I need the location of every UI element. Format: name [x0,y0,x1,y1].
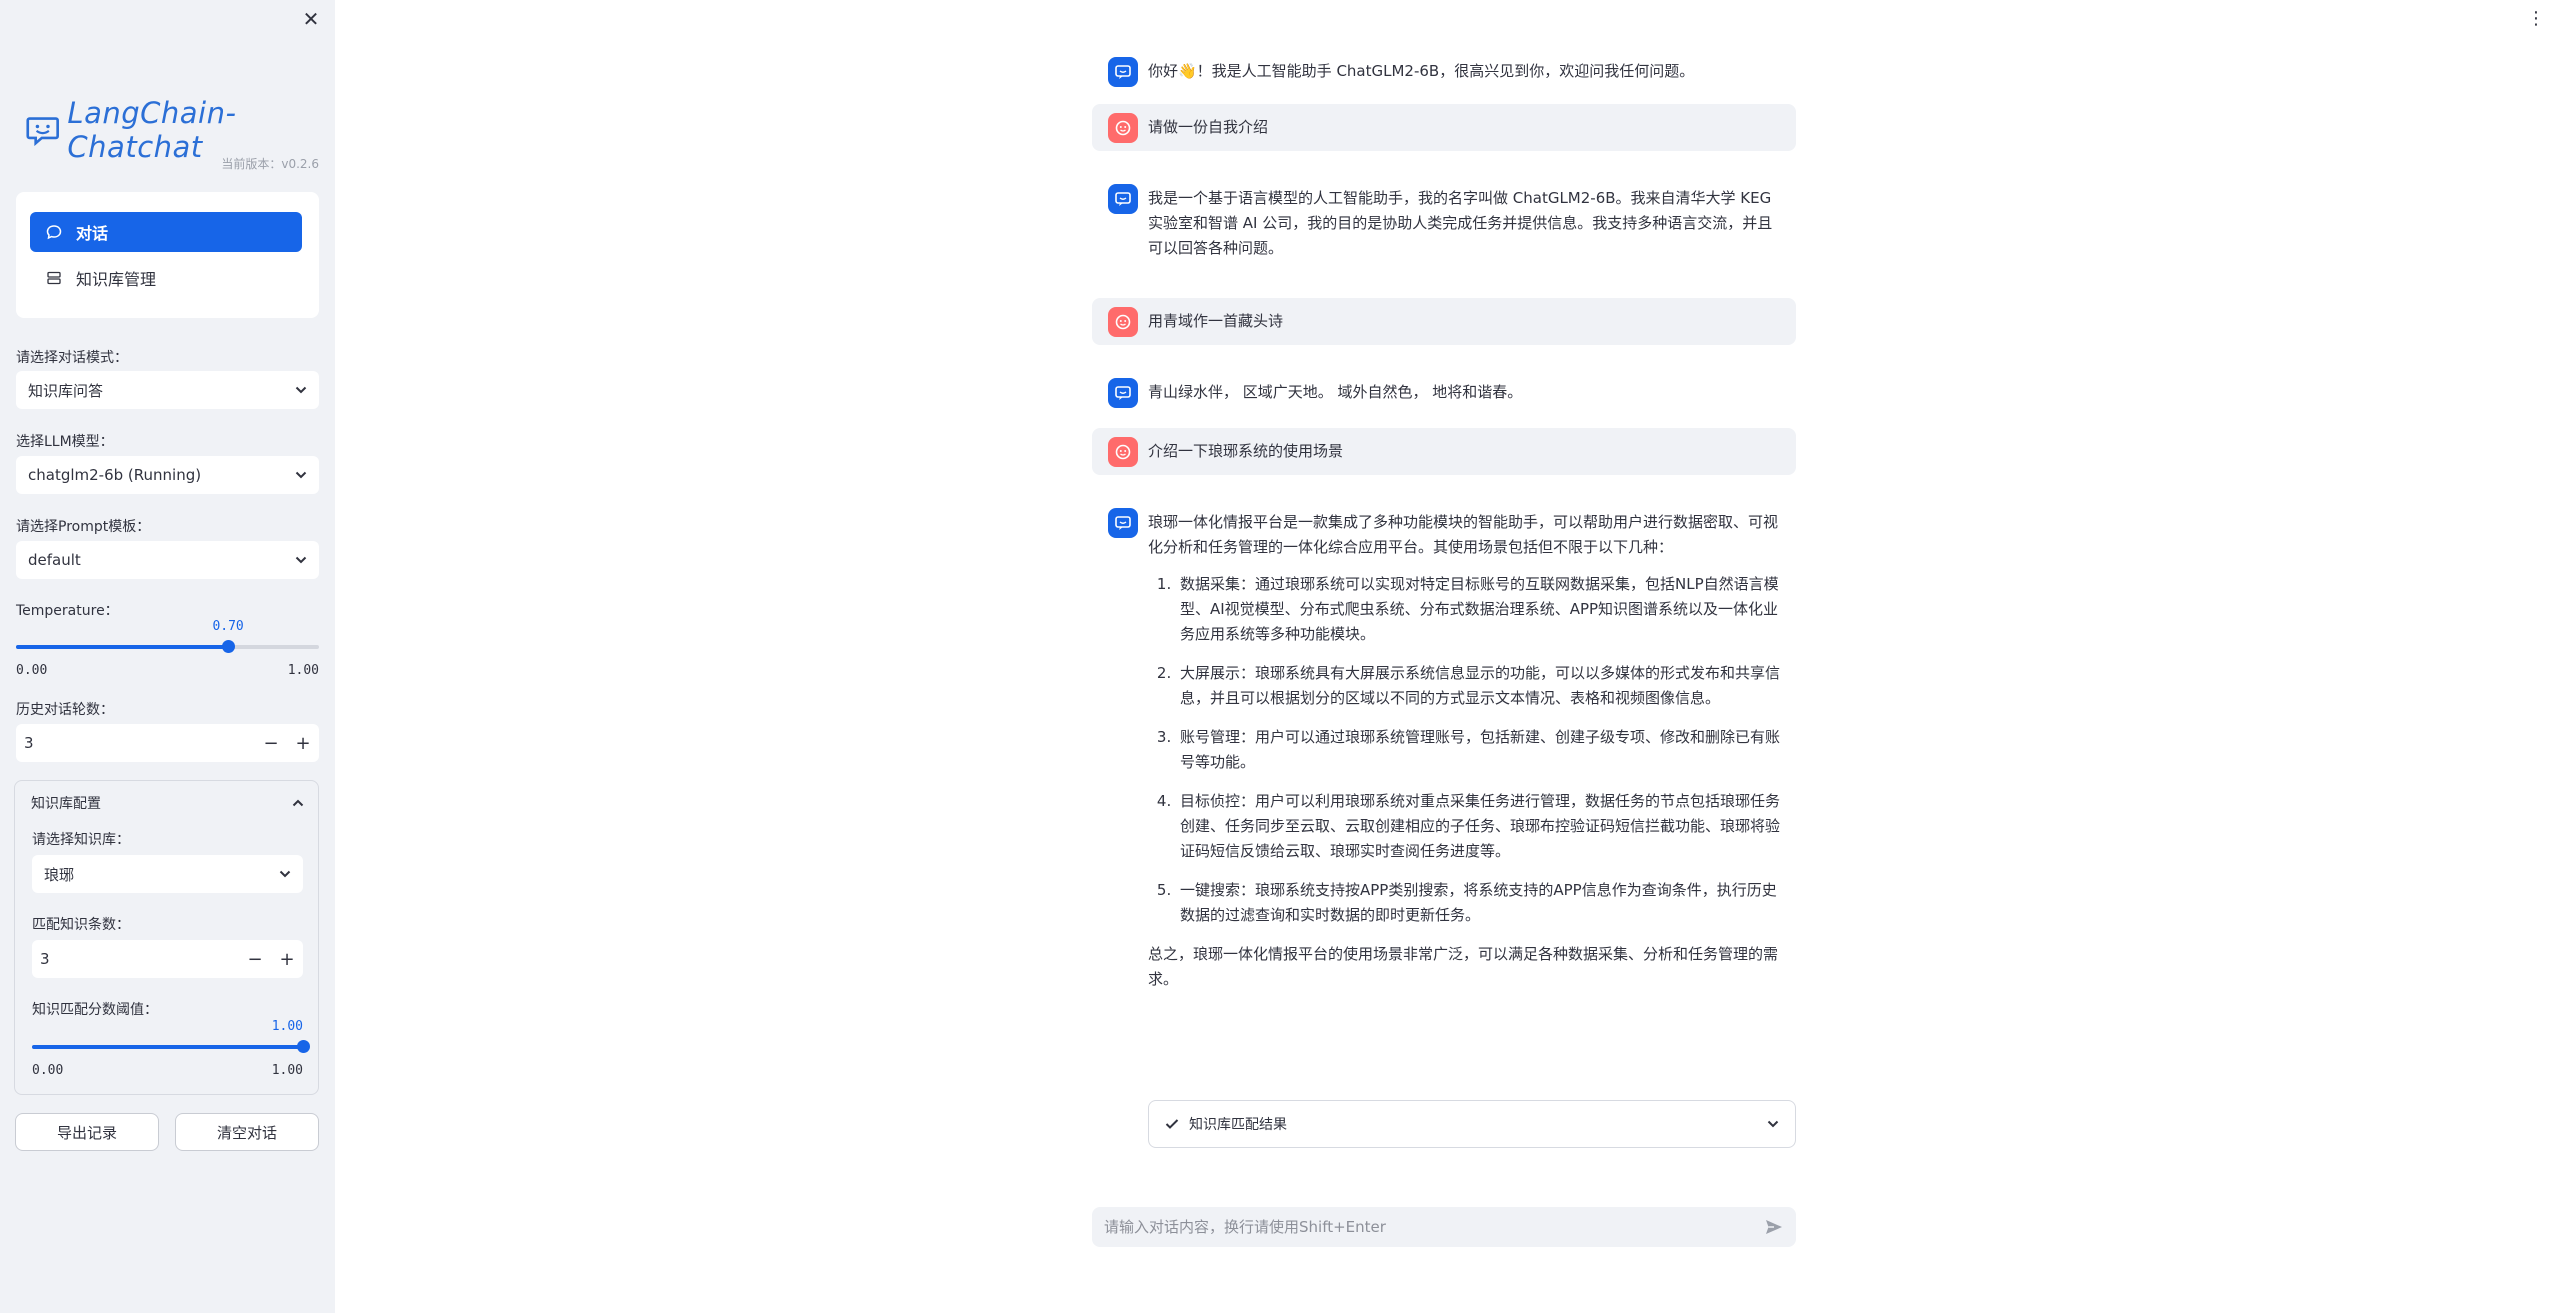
temperature-value: 0.70 [212,619,244,634]
prompt-template-select[interactable]: default [16,541,319,579]
export-record-button[interactable]: 导出记录 [15,1113,159,1151]
slider-fill [32,1045,303,1049]
chat-message-assistant: 琅琊一体化情报平台是一款集成了多种功能模块的智能助手，可以帮助用户进行数据密取、… [1092,499,1796,1003]
slider-max: 1.00 [271,1063,303,1078]
chevron-down-icon [295,556,307,564]
chevron-down-icon [295,386,307,394]
history-rounds-stepper: 3 − + [16,724,319,762]
match-count-stepper: 3 − + [32,940,303,978]
close-sidebar-icon[interactable]: ✕ [300,8,322,30]
decrement-button[interactable]: − [255,724,287,762]
chevron-down-icon [279,870,291,878]
list-item: 目标侦控：用户可以利用琅琊系统对重点采集任务进行管理，数据任务的节点包括琅琊任务… [1176,789,1780,864]
main-menu-icon[interactable]: ⋮ [2527,8,2545,30]
decrement-button[interactable]: − [239,940,271,978]
history-rounds-value[interactable]: 3 [16,734,255,752]
message-text: 琅琊一体化情报平台是一款集成了多种功能模块的智能助手，可以帮助用户进行数据密取、… [1148,499,1780,1003]
slider-min: 0.00 [32,1063,64,1078]
list-item: 数据采集：通过琅琊系统可以实现对特定目标账号的互联网数据采集，包括NLP自然语言… [1176,572,1780,647]
nav-item-kb-label: 知识库管理 [76,270,157,289]
kb-select-value: 琅琊 [44,865,75,884]
temperature-label: Temperature： [16,603,119,619]
chat-message-user: 介绍一下琅琊系统的使用场景 [1092,428,1796,475]
chat-message-assistant: 我是一个基于语言模型的人工智能助手，我的名字叫做 ChatGLM2-6B。我来自… [1092,175,1796,272]
chat-message-assistant: 青山绿水伴， 区域广天地。 域外自然色， 地将和谐春。 [1092,369,1796,416]
score-threshold-value: 1.00 [271,1019,303,1034]
message-text: 青山绿水伴， 区域广天地。 域外自然色， 地将和谐春。 [1148,383,1523,401]
message-text: 我是一个基于语言模型的人工智能助手，我的名字叫做 ChatGLM2-6B。我来自… [1148,189,1773,257]
user-avatar-icon [1108,113,1138,143]
assistant-avatar-icon [1108,184,1138,214]
message-text: 介绍一下琅琊系统的使用场景 [1148,442,1344,460]
nav-item-chat-label: 对话 [76,224,109,243]
score-threshold-label: 知识匹配分数阈值： [32,1002,158,1018]
list-item: 大屏展示：琅琊系统具有大屏展示系统信息显示的功能，可以以多媒体的形式发布和共享信… [1176,661,1780,711]
chevron-down-icon [1767,1120,1779,1128]
prompt-template-label: 请选择Prompt模板： [16,519,151,535]
match-count-value[interactable]: 3 [32,950,239,968]
temperature-slider[interactable]: 0.70 0.00 1.00 [16,619,319,679]
slider-thumb[interactable] [297,1040,310,1053]
slider-max: 1.00 [287,663,319,678]
chat-message-user: 请做一份自我介绍 [1092,104,1796,151]
message-text: 你好👋！我是人工智能助手 ChatGLM2-6B，很高兴见到你，欢迎问我任何问题… [1148,62,1695,80]
kb-config-header[interactable]: 知识库配置 [31,793,304,813]
score-threshold-slider[interactable]: 1.00 0.00 1.00 [32,1019,310,1079]
app-title: LangChain-Chatchat [67,96,237,164]
dialogue-mode-label: 请选择对话模式： [16,350,128,366]
prompt-template-value: default [28,551,81,569]
kb-select-label: 请选择知识库： [32,832,130,848]
database-icon [47,271,61,285]
nav-item-kb-management[interactable]: 知识库管理 [30,258,302,298]
chat-message-assistant: 你好👋！我是人工智能助手 ChatGLM2-6B，很高兴见到你，欢迎问我任何问题… [1092,48,1796,95]
user-avatar-icon [1108,437,1138,467]
chat-history: 你好👋！我是人工智能助手 ChatGLM2-6B，很高兴见到你，欢迎问我任何问题… [1092,48,1796,1003]
increment-button[interactable]: + [271,940,303,978]
logo-chat-icon [26,117,59,146]
answer-list: 数据采集：通过琅琊系统可以实现对特定目标账号的互联网数据采集，包括NLP自然语言… [1148,572,1780,928]
dialogue-mode-select[interactable]: 知识库问答 [16,371,319,409]
slider-fill [16,645,229,649]
chat-bubble-icon [46,225,62,240]
llm-model-label: 选择LLM模型： [16,434,114,450]
chevron-up-icon [292,799,304,807]
kb-match-results-expander[interactable]: 知识库匹配结果 [1148,1100,1796,1148]
slider-min: 0.00 [16,663,48,678]
list-item: 账号管理：用户可以通过琅琊系统管理账号，包括新建、创建子级专项、修改和删除已有账… [1176,725,1780,775]
nav-menu: 对话 知识库管理 [16,192,319,318]
message-text: 用青域作一首藏头诗 [1148,312,1284,330]
sidebar: ✕ LangChain-Chatchat 当前版本：v0.2.6 对话 知识库管… [0,0,335,1313]
chat-message-user: 用青域作一首藏头诗 [1092,298,1796,345]
answer-intro: 琅琊一体化情报平台是一款集成了多种功能模块的智能助手，可以帮助用户进行数据密取、… [1148,513,1779,556]
slider-thumb[interactable] [222,640,236,653]
dialogue-mode-value: 知识库问答 [28,381,104,400]
increment-button[interactable]: + [287,724,319,762]
assistant-avatar-icon [1108,508,1138,538]
list-item: 一键搜索：琅琊系统支持按APP类别搜索，将系统支持的APP信息作为查询条件，执行… [1176,878,1780,928]
assistant-avatar-icon [1108,57,1138,87]
chevron-down-icon [295,471,307,479]
match-count-label: 匹配知识条数： [32,917,130,933]
chat-input[interactable] [1104,1218,1764,1236]
llm-model-value: chatglm2-6b (Running) [28,466,202,484]
message-text: 请做一份自我介绍 [1148,118,1269,136]
check-icon [1165,1119,1179,1129]
clear-chat-button[interactable]: 清空对话 [175,1113,319,1151]
app-logo: LangChain-Chatchat [26,96,335,164]
version-label: 当前版本：v0.2.6 [221,157,319,171]
llm-model-select[interactable]: chatglm2-6b (Running) [16,456,319,494]
assistant-avatar-icon [1108,378,1138,408]
kb-select[interactable]: 琅琊 [32,855,303,893]
kb-match-results-label: 知识库匹配结果 [1189,1117,1287,1133]
send-icon[interactable] [1764,1217,1784,1237]
nav-item-chat[interactable]: 对话 [30,212,302,252]
chat-input-bar [1092,1207,1796,1247]
kb-config-title: 知识库配置 [31,796,101,812]
answer-conclusion: 总之，琅琊一体化情报平台的使用场景非常广泛，可以满足各种数据采集、分析和任务管理… [1148,945,1779,988]
history-rounds-label: 历史对话轮数： [16,702,114,718]
user-avatar-icon [1108,307,1138,337]
